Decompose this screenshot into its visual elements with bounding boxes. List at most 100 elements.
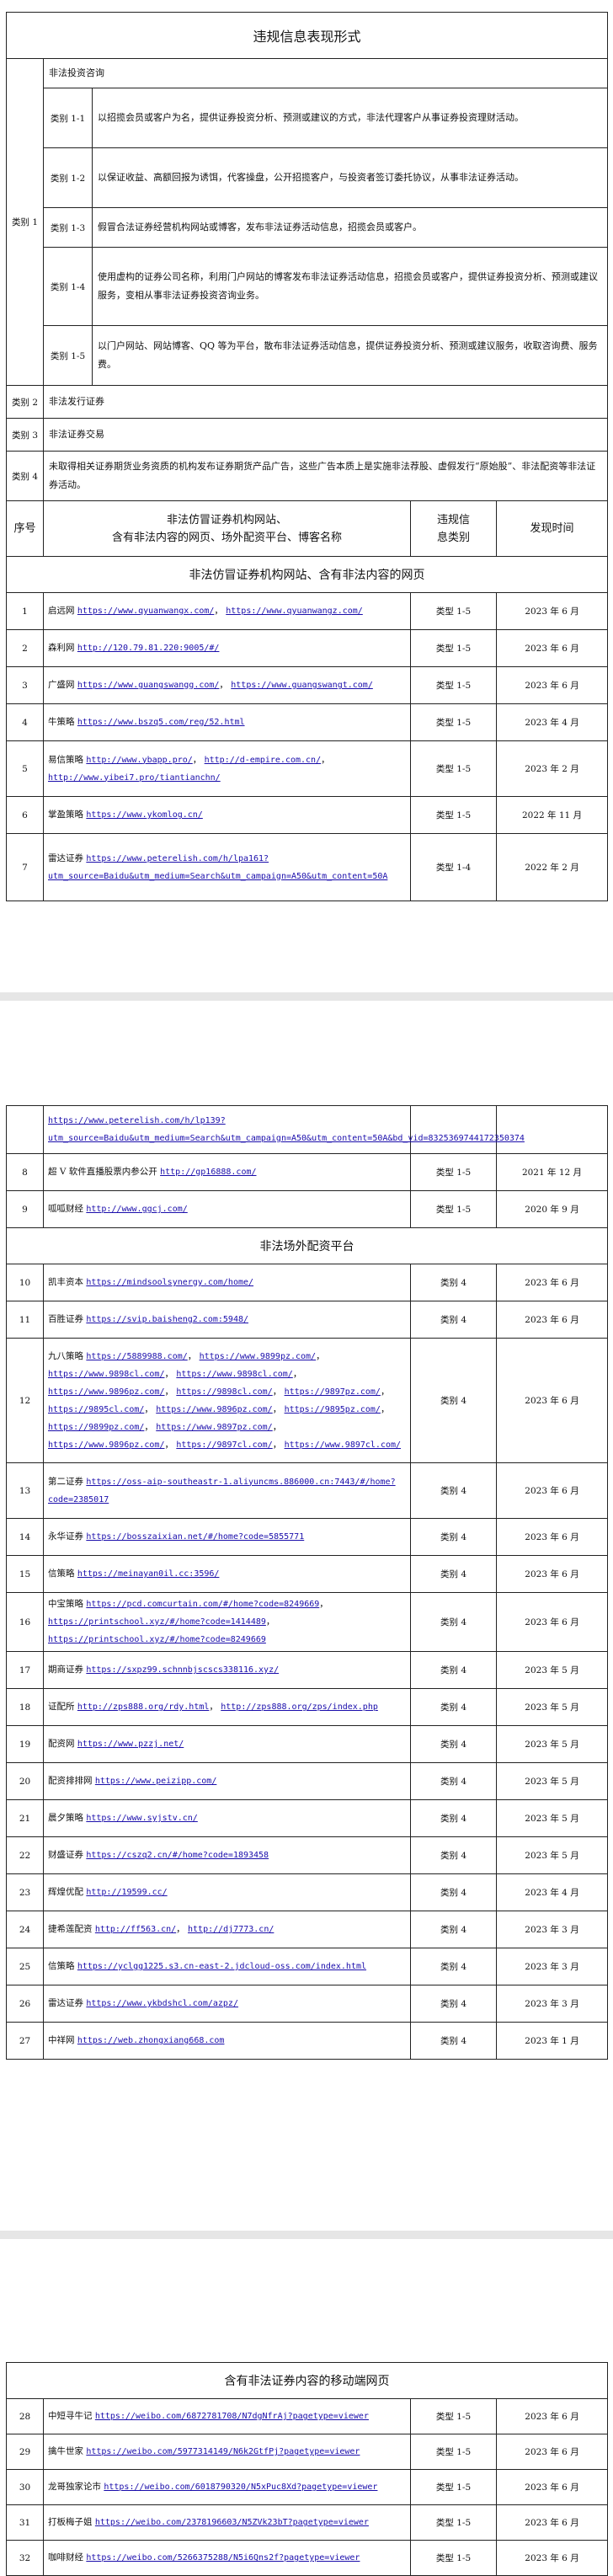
- found-date: 2023 年 6 月: [496, 1301, 608, 1339]
- violation-type: 类型 1-5: [410, 2398, 497, 2434]
- site-link[interactable]: https://www.9897cl.com/: [285, 1440, 401, 1450]
- site-link[interactable]: https://sxpz99.schnnbjscscs338116.xyz/: [86, 1665, 279, 1675]
- site-link[interactable]: https://yclgg1225.s3.cn-east-2.jdcloud-o…: [77, 1962, 366, 1971]
- site-name: 超 V 软件直播股票内参公开: [48, 1167, 157, 1177]
- section-heading: 非法场外配资平台: [6, 1227, 608, 1264]
- site-link[interactable]: https://9898cl.com/: [176, 1387, 272, 1397]
- sub-label: 类别 1-4: [43, 247, 93, 326]
- site-link[interactable]: https://www.9897pz.com/: [156, 1423, 272, 1432]
- site-name: 第二证券: [48, 1476, 83, 1487]
- site-link[interactable]: https://www.ykomlog.cn/: [86, 810, 202, 820]
- site-link[interactable]: https://meinayan0il.cc:3596/: [77, 1569, 220, 1579]
- col-header-site-line1: 非法仿冒证券机构网站、: [166, 513, 287, 526]
- site-link[interactable]: https://svip.baisheng2.com:5948/: [86, 1315, 248, 1324]
- violation-type: 类型 1-5: [410, 2434, 497, 2470]
- site-link[interactable]: https://www.qyuanwangz.com/: [226, 607, 363, 616]
- row-number: 17: [6, 1651, 44, 1689]
- site-link[interactable]: https://printschool.xyz/#/home?code=1414…: [48, 1617, 266, 1627]
- site-link[interactable]: http://d-empire.com.cn/: [205, 756, 321, 765]
- site-link[interactable]: https://www.9896pz.com/: [48, 1387, 164, 1397]
- site-link[interactable]: https://9895pz.com/: [285, 1405, 381, 1414]
- category-2-desc: 非法发行证券: [42, 385, 609, 419]
- site-link[interactable]: http://dj7773.cn/: [188, 1925, 274, 1934]
- site-link[interactable]: https://www.guangswangg.com/: [77, 681, 220, 690]
- site-cell: 雷达证券 https://www.peterelish.com/h/lpa161…: [43, 833, 411, 901]
- site-link[interactable]: https://9897pz.com/: [285, 1387, 381, 1397]
- site-link[interactable]: https://www.peizipp.com/: [95, 1777, 217, 1786]
- sub-label: 类别 1-2: [43, 147, 93, 208]
- table-row: 1 启远网 https://www.qyuanwangx.com/， https:…: [6, 592, 609, 630]
- row-number: 3: [6, 666, 44, 704]
- site-link[interactable]: https://9897cl.com/: [176, 1440, 272, 1450]
- row-number: 2: [6, 629, 44, 667]
- found-date: 2023 年 5 月: [496, 1725, 608, 1763]
- site-link[interactable]: https://5889988.com/: [86, 1352, 187, 1361]
- site-cell: 信策略 https://yclgg1225.s3.cn-east-2.jdclo…: [43, 1948, 411, 1985]
- site-link[interactable]: https://www.bszq5.com/reg/52.html: [77, 718, 245, 727]
- site-link[interactable]: https://9899pz.com/: [48, 1423, 144, 1432]
- row-number: 10: [6, 1264, 44, 1301]
- site-link[interactable]: http://19599.cc/: [86, 1888, 167, 1897]
- violation-type: 类型 1-4: [410, 833, 497, 901]
- site-link[interactable]: https://www.guangswangt.com/: [231, 681, 373, 690]
- site-link[interactable]: https://oss-aip-southeastr-1.aliyuncms.8…: [48, 1478, 396, 1504]
- site-link[interactable]: https://www.pzzj.net/: [77, 1740, 184, 1749]
- site-link[interactable]: https://www.syjstv.cn/: [86, 1814, 197, 1823]
- listing-table-continued: https://www.peterelish.com/h/lp139?utm_s…: [6, 1105, 608, 2060]
- site-name: 捷希莲配资: [48, 1924, 93, 1934]
- site-link[interactable]: https://cszq2.cn/#/home?code=1893458: [86, 1851, 269, 1860]
- site-cell: 永华证券 https://bosszaixian.net/#/home?code…: [43, 1518, 411, 1556]
- site-cell: 财盛证券 https://cszq2.cn/#/home?code=189345…: [43, 1836, 411, 1874]
- table-row: 5 易信策略 http://www.ybapp.pro/， http://d-em…: [6, 740, 609, 797]
- site-link[interactable]: https://weibo.com/2378196603/N5ZVk23bT?p…: [95, 2518, 369, 2527]
- violation-type: 类型 1-5: [410, 740, 497, 797]
- site-cell: 期商证券 https://sxpz99.schnnbjscscs338116.x…: [43, 1651, 411, 1689]
- site-link[interactable]: https://www.9899pz.com/: [200, 1352, 316, 1361]
- site-link[interactable]: https://printschool.xyz/#/home?code=8249…: [48, 1635, 266, 1644]
- site-link[interactable]: http://zps888.org/rdy.html: [77, 1702, 210, 1712]
- site-link[interactable]: http://www.ggcj.com/: [86, 1205, 187, 1214]
- row-number: 1: [6, 592, 44, 630]
- site-link[interactable]: https://www.9896pz.com/: [48, 1440, 164, 1450]
- site-name: 易信策略: [48, 754, 83, 765]
- site-cell: https://www.peterelish.com/h/lp139?utm_s…: [43, 1105, 525, 1154]
- site-link[interactable]: http://120.79.81.220:9005/#/: [77, 644, 220, 653]
- site-link[interactable]: https://web.zhongxiang668.com: [77, 2036, 225, 2045]
- row-number: 4: [6, 703, 44, 741]
- found-date: 2023 年 5 月: [496, 1651, 608, 1689]
- site-link[interactable]: https://www.9898cl.com/: [48, 1370, 164, 1379]
- page-gap: [0, 992, 613, 1001]
- site-link[interactable]: https://www.qyuanwangx.com/: [77, 607, 215, 616]
- site-link[interactable]: http://www.ybapp.pro/: [86, 756, 192, 765]
- site-link[interactable]: https://bosszaixian.net/#/home?code=5855…: [86, 1532, 304, 1542]
- row-number: 19: [6, 1725, 44, 1763]
- site-name: 雷达证券: [48, 1998, 83, 2008]
- table-row: 16 中宝策略 https://pcd.comcurtain.com/#/home…: [6, 1592, 608, 1652]
- site-cell: 咖啡财经 https://weibo.com/5266375288/N5i6Qn…: [43, 2540, 411, 2576]
- page-1: 违规信息表现形式 类别 1 非法投资咨询 类别 1-1 以招揽会员或客户为名，提供…: [0, 12, 613, 901]
- site-name: 中祥网: [48, 2035, 75, 2045]
- site-link[interactable]: https://www.ykbdshcl.com/azpz/: [86, 1999, 238, 2008]
- site-link[interactable]: http://zps888.org/zps/index.php: [221, 1702, 378, 1712]
- found-date: 2023 年 5 月: [496, 1799, 608, 1837]
- row-number: 14: [6, 1518, 44, 1556]
- site-link[interactable]: https://www.9898cl.com/: [176, 1370, 292, 1379]
- found-date: 2023 年 5 月: [496, 1688, 608, 1726]
- site-link[interactable]: https://www.peterelish.com/h/lpa161?utm_…: [48, 854, 387, 881]
- site-cell: 呱呱财经 http://www.ggcj.com/: [43, 1190, 411, 1228]
- site-link[interactable]: https://weibo.com/5266375288/N5i6Qns2f?p…: [86, 2553, 360, 2563]
- site-link[interactable]: http://www.yibei7.pro/tiantianchn/: [48, 773, 221, 783]
- page-3: 含有非法证券内容的移动端网页 28 中短寻牛记 https://weibo.com…: [0, 2362, 613, 2576]
- site-link[interactable]: https://mindsoolsynergy.com/home/: [86, 1278, 253, 1287]
- site-link[interactable]: https://www.9896pz.com/: [156, 1405, 272, 1414]
- site-link[interactable]: https://weibo.com/5977314149/N6k2GtfPj?p…: [86, 2447, 360, 2456]
- date-cell: [496, 1105, 608, 1154]
- site-link[interactable]: http://ff563.cn/: [95, 1925, 176, 1934]
- site-link[interactable]: https://9895cl.com/: [48, 1405, 144, 1414]
- site-link[interactable]: http://gp16888.com/: [160, 1168, 256, 1177]
- site-link[interactable]: https://weibo.com/6872781708/N7dgNfrAj?p…: [95, 2412, 369, 2421]
- site-link[interactable]: https://weibo.com/6018790320/N5xPuc8Xd?p…: [104, 2482, 377, 2492]
- site-cell: 中祥网 https://web.zhongxiang668.com: [43, 2022, 411, 2060]
- sub-desc: 以招揽会员或客户为名，提供证券投资分析、预测或建议的方式，非法代理客户从事证券投…: [91, 88, 609, 148]
- site-link[interactable]: https://pcd.comcurtain.com/#/home?code=8…: [86, 1600, 319, 1609]
